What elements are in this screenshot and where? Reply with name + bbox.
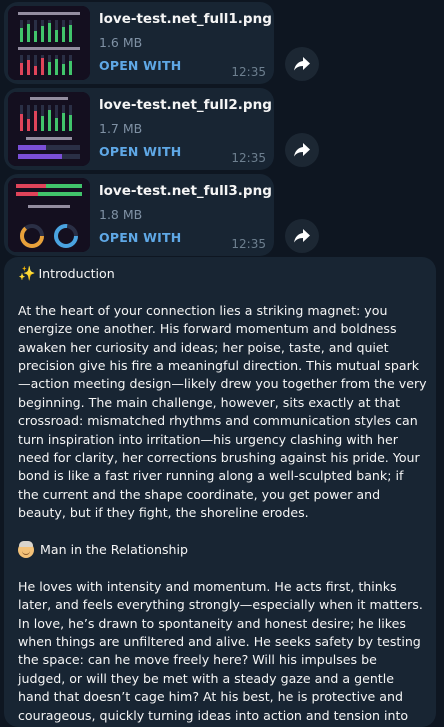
message-time: 12:35 bbox=[231, 151, 266, 165]
sparkles-icon: ✨ bbox=[18, 266, 36, 282]
open-with-button[interactable]: OPEN WITH bbox=[99, 58, 181, 73]
file-message[interactable]: love-test.net_full3.png 1.8 MB OPEN WITH… bbox=[4, 174, 274, 256]
forward-arrow-icon bbox=[294, 143, 310, 157]
file-name: love-test.net_full2.png bbox=[99, 97, 272, 113]
file-message[interactable]: love-test.net_full1.png 1.6 MB OPEN WITH… bbox=[4, 2, 274, 84]
paragraph: He loves with intensity and momentum. He… bbox=[18, 578, 423, 727]
man-emoji-icon bbox=[18, 541, 34, 559]
section-heading: Man in the Relationship bbox=[40, 542, 189, 558]
forward-button[interactable] bbox=[285, 47, 319, 81]
open-with-button[interactable]: OPEN WITH bbox=[99, 230, 181, 245]
file-message[interactable]: love-test.net_full2.png 1.7 MB OPEN WITH… bbox=[4, 88, 274, 170]
message-time: 12:35 bbox=[231, 237, 266, 251]
file-thumbnail[interactable] bbox=[8, 92, 90, 166]
forward-arrow-icon bbox=[294, 229, 310, 243]
message-time: 12:35 bbox=[231, 65, 266, 79]
forward-arrow-icon bbox=[294, 57, 310, 71]
file-name: love-test.net_full3.png bbox=[99, 183, 272, 199]
forward-button[interactable] bbox=[285, 133, 319, 167]
open-with-button[interactable]: OPEN WITH bbox=[99, 144, 181, 159]
section-heading: Introduction bbox=[38, 266, 115, 281]
file-thumbnail[interactable] bbox=[8, 6, 90, 80]
text-message[interactable]: ✨ Introduction At the heart of your conn… bbox=[4, 257, 436, 727]
paragraph: At the heart of your connection lies a s… bbox=[18, 302, 427, 521]
message-text: ✨ Introduction At the heart of your conn… bbox=[18, 265, 428, 727]
forward-button[interactable] bbox=[285, 219, 319, 253]
file-size: 1.7 MB bbox=[99, 121, 143, 136]
file-size: 1.8 MB bbox=[99, 207, 143, 222]
file-name: love-test.net_full1.png bbox=[99, 11, 272, 27]
file-size: 1.6 MB bbox=[99, 35, 143, 50]
file-thumbnail[interactable] bbox=[8, 178, 90, 252]
